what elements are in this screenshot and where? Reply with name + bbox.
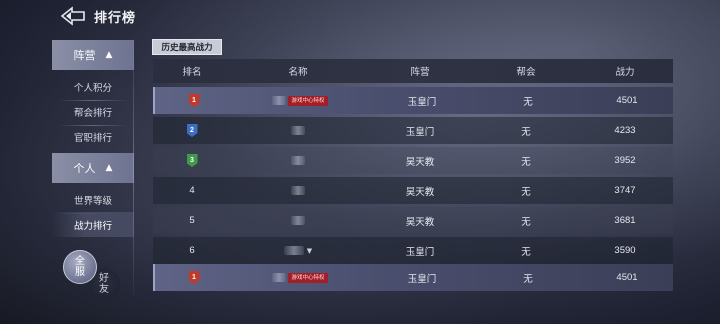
back-arrow-icon[interactable] [60,5,86,27]
sidebar-item-label: 帮会排行 [73,107,112,119]
player-name [291,126,305,135]
rank-badge-blue-icon: 2 [186,124,198,137]
server-label-2: 服 [75,267,85,278]
column-header-power: 战力 [615,67,635,78]
power-cell: 4233 [614,125,636,136]
player-name [291,156,305,165]
player-name [291,186,305,195]
camp-cell: 昊天教 [405,186,435,198]
friends-label-2: 友 [99,284,109,295]
camp-cell: 玉皇门 [405,246,435,258]
category-header-camp[interactable]: 阵营 ▲ [52,40,134,70]
tab-highest-power[interactable]: 历史最高战力 [152,39,222,55]
rank-cell: 4 [189,185,195,196]
sidebar-divider [133,40,134,295]
all-server-button[interactable]: 全 服 [63,250,97,284]
camp-cell: 玉皇门 [407,273,437,285]
tab-label: 历史最高战力 [161,43,213,53]
name-glyph: ▼ [306,246,313,255]
chevron-up-icon: ▲ [105,163,113,173]
camp-cell: 昊天教 [405,156,435,168]
guild-cell: 无 [523,96,533,108]
privilege-tag: 游戏中心特权 [288,95,328,106]
camp-cell: 昊天教 [405,216,435,228]
redacted-name [291,186,305,195]
redacted-name [283,246,304,255]
guild-cell: 无 [521,156,531,168]
table-row[interactable]: 3 昊天教 无 3952 [153,147,673,174]
table-row[interactable]: 2 玉皇门 无 4233 [153,117,673,144]
guild-cell: 无 [521,186,531,198]
redacted-name [291,156,305,165]
column-header-name: 名称 [288,67,308,78]
player-name: 游戏中心特权 [272,95,328,106]
guild-cell: 无 [523,273,533,285]
redacted-name [291,126,305,135]
camp-cell: 玉皇门 [405,126,435,138]
privilege-tag: 游戏中心特权 [288,272,328,283]
sidebar-item-power-ranking[interactable]: 战力排行 [52,212,134,237]
player-name [291,216,305,225]
rank-badge-gold-icon: 1 [188,271,200,284]
rank-cell: 6 [189,245,195,256]
sidebar-item-official-ranking[interactable]: 官职排行 [52,124,134,149]
table-row[interactable]: 1 游戏中心特权 玉皇门 无 4501 [153,87,673,114]
sidebar-item-label: 官职排行 [73,132,112,144]
chevron-up-icon: ▲ [105,50,113,60]
guild-cell: 无 [521,216,531,228]
my-rank-row[interactable]: 1 游戏中心特权 玉皇门 无 4501 [153,264,673,291]
player-name: ▼ [283,246,313,255]
guild-cell: 无 [521,126,531,138]
table-row[interactable]: 5 昊天教 无 3681 [153,207,673,234]
category-label: 阵营 [73,49,96,62]
page-title: 排行榜 [94,11,137,26]
power-cell: 3952 [614,155,636,166]
power-cell: 4501 [616,272,638,283]
category-label: 个人 [73,162,96,175]
camp-cell: 玉皇门 [407,96,437,108]
power-cell: 4501 [616,95,638,106]
sidebar-item-label: 个人积分 [73,82,112,94]
sidebar-item-label: 战力排行 [73,220,112,232]
rank-badge-green-icon: 3 [186,154,198,167]
sidebar-item-personal-points[interactable]: 个人积分 [52,74,134,99]
power-cell: 3590 [614,245,636,256]
guild-cell: 无 [521,246,531,258]
table-row[interactable]: 6 ▼ 玉皇门 无 3590 [153,237,673,264]
rank-badge-gold-icon: 1 [188,94,200,107]
category-header-personal[interactable]: 个人 ▲ [52,153,134,183]
sidebar-item-guild-ranking[interactable]: 帮会排行 [52,99,134,124]
column-header-guild: 帮会 [516,67,536,78]
player-name: 游戏中心特权 [272,272,328,283]
server-label-1: 全 [75,256,85,267]
table-header: 排名 名称 阵营 帮会 战力 [153,59,673,83]
column-header-camp: 阵营 [410,67,430,78]
sidebar-item-world-level[interactable]: 世界等级 [52,187,134,212]
friends-label-1: 好 [99,273,109,284]
redacted-name [291,216,305,225]
rank-cell: 5 [189,215,195,226]
column-header-rank: 排名 [182,67,202,78]
redacted-name [272,96,287,105]
redacted-name [272,273,287,282]
table-row[interactable]: 4 昊天教 无 3747 [153,177,673,204]
power-cell: 3747 [614,185,636,196]
power-cell: 3681 [614,215,636,226]
sidebar-item-label: 世界等级 [73,195,112,207]
